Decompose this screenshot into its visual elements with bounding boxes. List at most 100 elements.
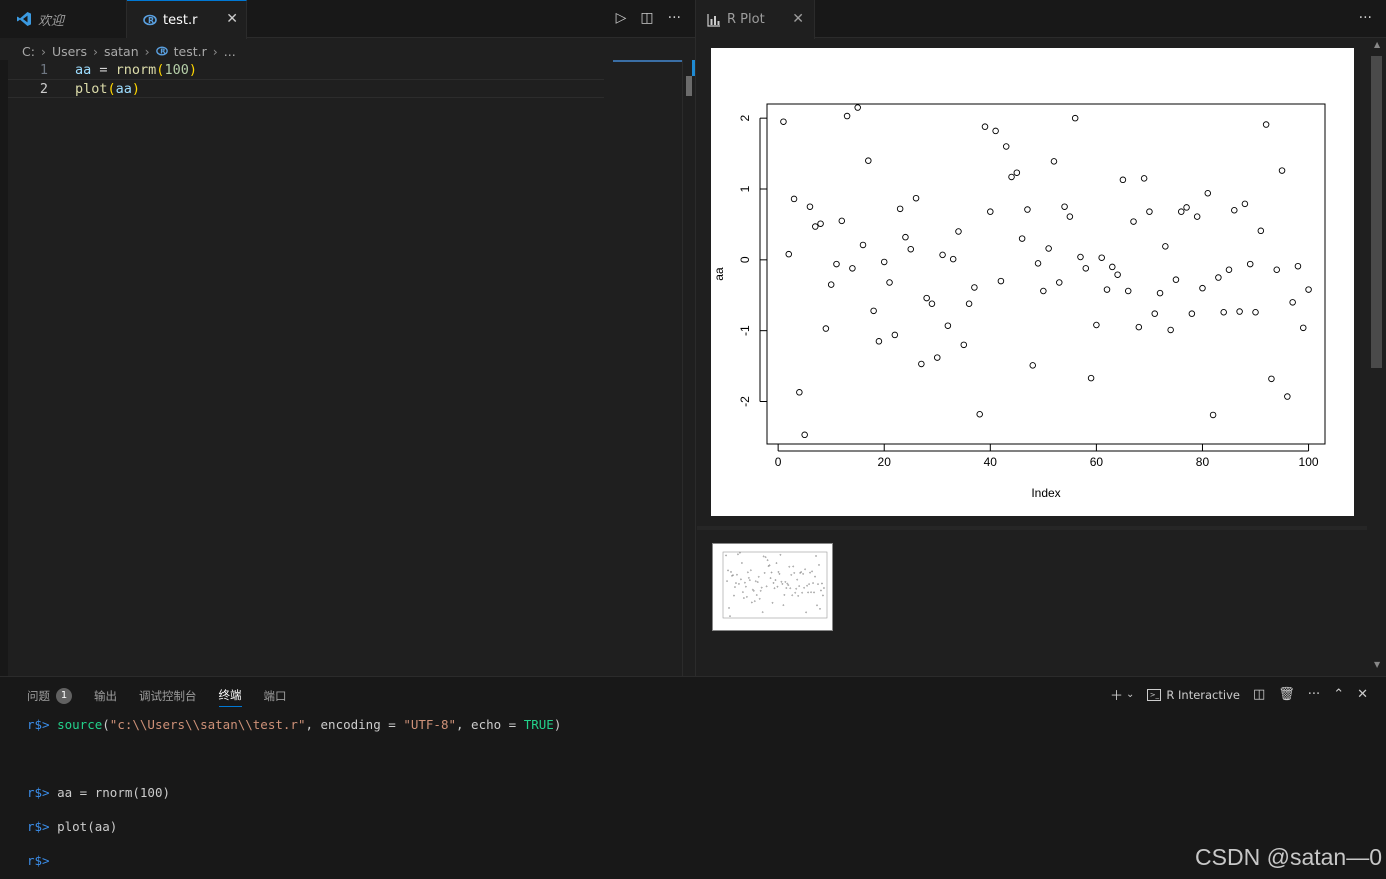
close-icon[interactable]: ✕ <box>226 11 238 27</box>
tab-welcome-label: 欢迎 <box>38 13 65 29</box>
thumb-data-point <box>749 569 752 572</box>
new-terminal-icon[interactable]: ＋ <box>1110 685 1123 704</box>
data-point <box>1289 299 1296 306</box>
thumb-data-point <box>735 582 737 584</box>
plot-scrollbar[interactable] <box>1371 56 1382 368</box>
thumb-data-point <box>813 591 815 594</box>
run-icon[interactable]: ▷ <box>616 10 627 26</box>
thumb-data-point <box>743 597 745 599</box>
thumb-data-point <box>803 586 805 589</box>
panel-tab-label: 端口 <box>263 688 287 703</box>
thumb-data-point <box>809 571 811 574</box>
data-point <box>1305 286 1312 293</box>
data-point <box>923 294 930 302</box>
thumb-data-point <box>800 571 802 573</box>
tab-welcome[interactable]: 欢迎 <box>0 0 127 38</box>
breadcrumb-item[interactable]: ... <box>224 44 236 59</box>
data-point <box>1241 200 1249 208</box>
data-point <box>838 217 846 225</box>
data-point <box>944 322 952 329</box>
close-panel-icon[interactable]: ✕ <box>1357 687 1368 702</box>
data-point <box>1215 274 1222 281</box>
thumb-data-point <box>810 591 812 594</box>
terminal-token: , echo = <box>456 717 524 732</box>
data-point <box>976 411 983 418</box>
panel-tab-debug-console[interactable]: 调试控制台 <box>139 687 197 707</box>
tab-r-plot[interactable]: R Plot ✕ <box>697 0 815 39</box>
thumb-data-point <box>732 574 734 577</box>
tab-test-r[interactable]: R test.r ✕ <box>127 0 247 39</box>
data-point <box>796 389 803 396</box>
thumb-data-point <box>737 553 739 556</box>
data-point <box>1056 279 1063 286</box>
thumb-data-point <box>748 577 750 579</box>
data-point <box>854 104 861 111</box>
plot-divider[interactable] <box>697 526 1367 530</box>
panel-tab-output[interactable]: 输出 <box>94 687 117 707</box>
code-editor[interactable]: 1 aa = rnorm(100) 2 plot(aa) <box>8 60 682 676</box>
chevron-down-icon[interactable]: ⌄ <box>1126 689 1134 700</box>
data-point <box>934 354 941 361</box>
thumb-data-point <box>807 591 809 594</box>
terminal-selector[interactable]: >_ R Interactive <box>1147 688 1240 702</box>
terminal-line: r$> <box>27 853 57 868</box>
panel-actions: ＋ ⌄ >_ R Interactive ◫ 🗑 ··· ⌃ ✕ <box>1110 685 1368 704</box>
terminal-token: , encoding = <box>305 717 404 732</box>
y-tick-label: -1 <box>738 325 752 336</box>
thumb-data-point <box>792 565 795 568</box>
breadcrumb-item[interactable]: satan <box>104 44 139 59</box>
data-point <box>1071 114 1079 122</box>
maximize-panel-icon[interactable]: ⌃ <box>1333 687 1344 702</box>
thumb-data-point <box>726 580 728 582</box>
split-terminal-icon[interactable]: ◫ <box>1253 687 1265 702</box>
data-point <box>1130 218 1137 225</box>
thumb-data-point <box>802 573 804 575</box>
scroll-up-icon[interactable]: ▲ <box>1374 40 1380 49</box>
breadcrumb-item[interactable]: C: <box>22 44 35 59</box>
code-token: ( <box>107 80 116 97</box>
thumb-data-point <box>805 611 807 614</box>
thumb-data-point <box>764 556 767 559</box>
data-point <box>1162 243 1169 250</box>
thumb-data-point <box>746 596 748 598</box>
editor-scrollbar[interactable] <box>686 76 692 96</box>
x-tick-label: 40 <box>984 455 998 469</box>
thumb-data-point <box>790 574 793 576</box>
thumb-data-point <box>806 584 808 587</box>
more-actions-icon[interactable]: ··· <box>668 10 681 26</box>
code-line[interactable]: 2 plot(aa) <box>8 79 604 98</box>
data-point <box>1284 393 1291 400</box>
breadcrumb-item[interactable]: Users <box>52 44 87 59</box>
minimap-viewport[interactable] <box>613 60 683 62</box>
code-line[interactable]: 1 aa = rnorm(100) <box>8 60 604 79</box>
code-token: aa <box>75 61 92 78</box>
trash-icon[interactable]: 🗑 <box>1278 687 1295 702</box>
thumb-data-point <box>738 583 740 585</box>
terminal-token: plot(aa) <box>57 819 118 834</box>
close-icon[interactable]: ✕ <box>792 11 804 27</box>
thumb-data-point <box>760 586 763 589</box>
data-point <box>865 157 872 164</box>
thumb-data-point <box>771 601 774 604</box>
thumb-data-point <box>781 583 784 585</box>
thumb-data-point <box>777 571 780 573</box>
data-point <box>1008 173 1015 181</box>
plot-history-thumbnail[interactable] <box>712 543 833 631</box>
panel-tab-terminal[interactable]: 终端 <box>218 687 242 707</box>
more-actions-icon[interactable]: ··· <box>1308 687 1320 702</box>
thumb-data-point <box>783 594 786 596</box>
split-editor-icon[interactable]: ◫ <box>640 10 653 26</box>
x-axis-label: Index <box>1031 486 1060 500</box>
data-point <box>859 241 867 249</box>
panel-tab-problems[interactable]: 问题 1 <box>27 687 72 707</box>
data-point <box>896 205 904 213</box>
panel-tab-ports[interactable]: 端口 <box>264 687 287 707</box>
more-actions-icon[interactable]: ··· <box>1359 10 1372 26</box>
y-tick-label: -2 <box>738 396 752 407</box>
data-point <box>902 233 909 241</box>
thumb-data-point <box>753 600 756 603</box>
scroll-down-icon[interactable]: ▼ <box>1374 660 1380 669</box>
chevron-right-icon: › <box>144 43 150 59</box>
thumb-data-point <box>787 584 790 586</box>
breadcrumb-item[interactable]: test.r <box>174 44 207 59</box>
